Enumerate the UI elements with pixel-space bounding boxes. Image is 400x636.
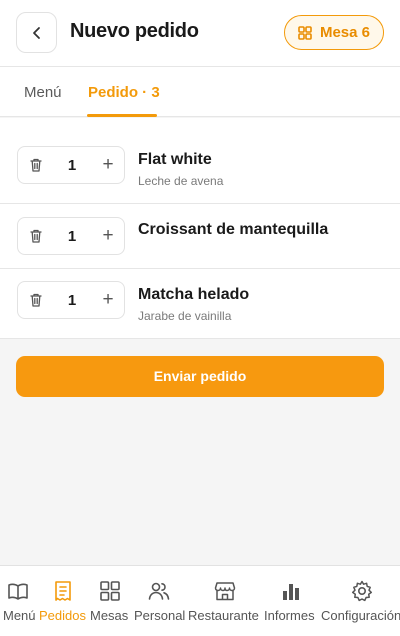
tab-menu[interactable]: Menú <box>24 67 62 117</box>
nav-label: Informes <box>264 608 315 623</box>
trash-icon[interactable] <box>28 157 44 173</box>
item-name: Croissant de mantequilla <box>138 221 329 238</box>
quantity-stepper: 1 + <box>17 281 125 319</box>
nav-item-restaurant[interactable]: Restaurante <box>188 566 262 636</box>
bar-chart-icon <box>283 584 299 600</box>
item-note: Jarabe de vainilla <box>138 309 232 323</box>
quantity-value: 1 <box>67 228 77 245</box>
send-order-button[interactable]: Enviar pedido <box>16 356 384 397</box>
nav-item-tables[interactable]: Mesas <box>88 566 132 636</box>
table-selector-button[interactable]: Mesa 6 <box>284 15 384 50</box>
order-item: 1 + Croissant de mantequilla <box>0 204 400 269</box>
item-note: Leche de avena <box>138 174 224 188</box>
nav-label: Restaurante <box>188 608 259 623</box>
tab-order[interactable]: Pedido · 3 <box>88 67 160 117</box>
page-title: Nuevo pedido <box>70 20 199 42</box>
order-item: 1 + Matcha helado Jarabe de vainilla <box>0 269 400 339</box>
order-item: 1 + Flat white Leche de avena <box>0 118 400 204</box>
nav-item-reports[interactable]: Informes <box>262 566 320 636</box>
plus-icon[interactable]: + <box>96 282 120 320</box>
quantity-value: 1 <box>67 157 77 174</box>
active-tab-indicator <box>87 114 157 117</box>
book-icon <box>8 583 28 600</box>
nav-label: Menú <box>3 608 36 623</box>
chevron-left-icon <box>32 26 40 39</box>
order-list: 1 + Flat white Leche de avena 1 + Croiss… <box>0 118 400 339</box>
nav-item-settings[interactable]: Configuración <box>320 566 400 636</box>
nav-label: Mesas <box>90 608 129 623</box>
quantity-stepper: 1 + <box>17 146 125 184</box>
nav-item-orders[interactable]: Pedidos <box>38 566 88 636</box>
quantity-value: 1 <box>67 292 77 309</box>
nav-item-menu[interactable]: Menú <box>0 566 38 636</box>
nav-label: Personal <box>134 608 186 623</box>
plus-icon[interactable]: + <box>96 147 120 185</box>
grid-icon <box>298 25 312 40</box>
plus-icon[interactable]: + <box>96 218 120 256</box>
storefront-icon <box>214 582 236 601</box>
back-button[interactable] <box>16 12 57 53</box>
tab-bar: Menú Pedido · 3 <box>0 67 400 117</box>
table-button-label: Mesa 6 <box>319 24 371 41</box>
people-icon <box>148 582 170 600</box>
trash-icon[interactable] <box>28 292 44 308</box>
bottom-nav: Menú Pedidos Mesas Personal Restaurante <box>0 565 400 636</box>
receipt-icon <box>55 581 71 601</box>
gear-icon <box>351 580 373 602</box>
trash-icon[interactable] <box>28 228 44 244</box>
item-name: Matcha helado <box>138 286 250 303</box>
quantity-stepper: 1 + <box>17 217 125 255</box>
nav-label: Configuración <box>321 608 400 623</box>
grid-icon <box>100 581 120 601</box>
nav-item-staff[interactable]: Personal <box>132 566 188 636</box>
item-name: Flat white <box>138 151 212 168</box>
nav-label: Pedidos <box>39 608 86 623</box>
app-header: Nuevo pedido Mesa 6 <box>0 0 400 67</box>
